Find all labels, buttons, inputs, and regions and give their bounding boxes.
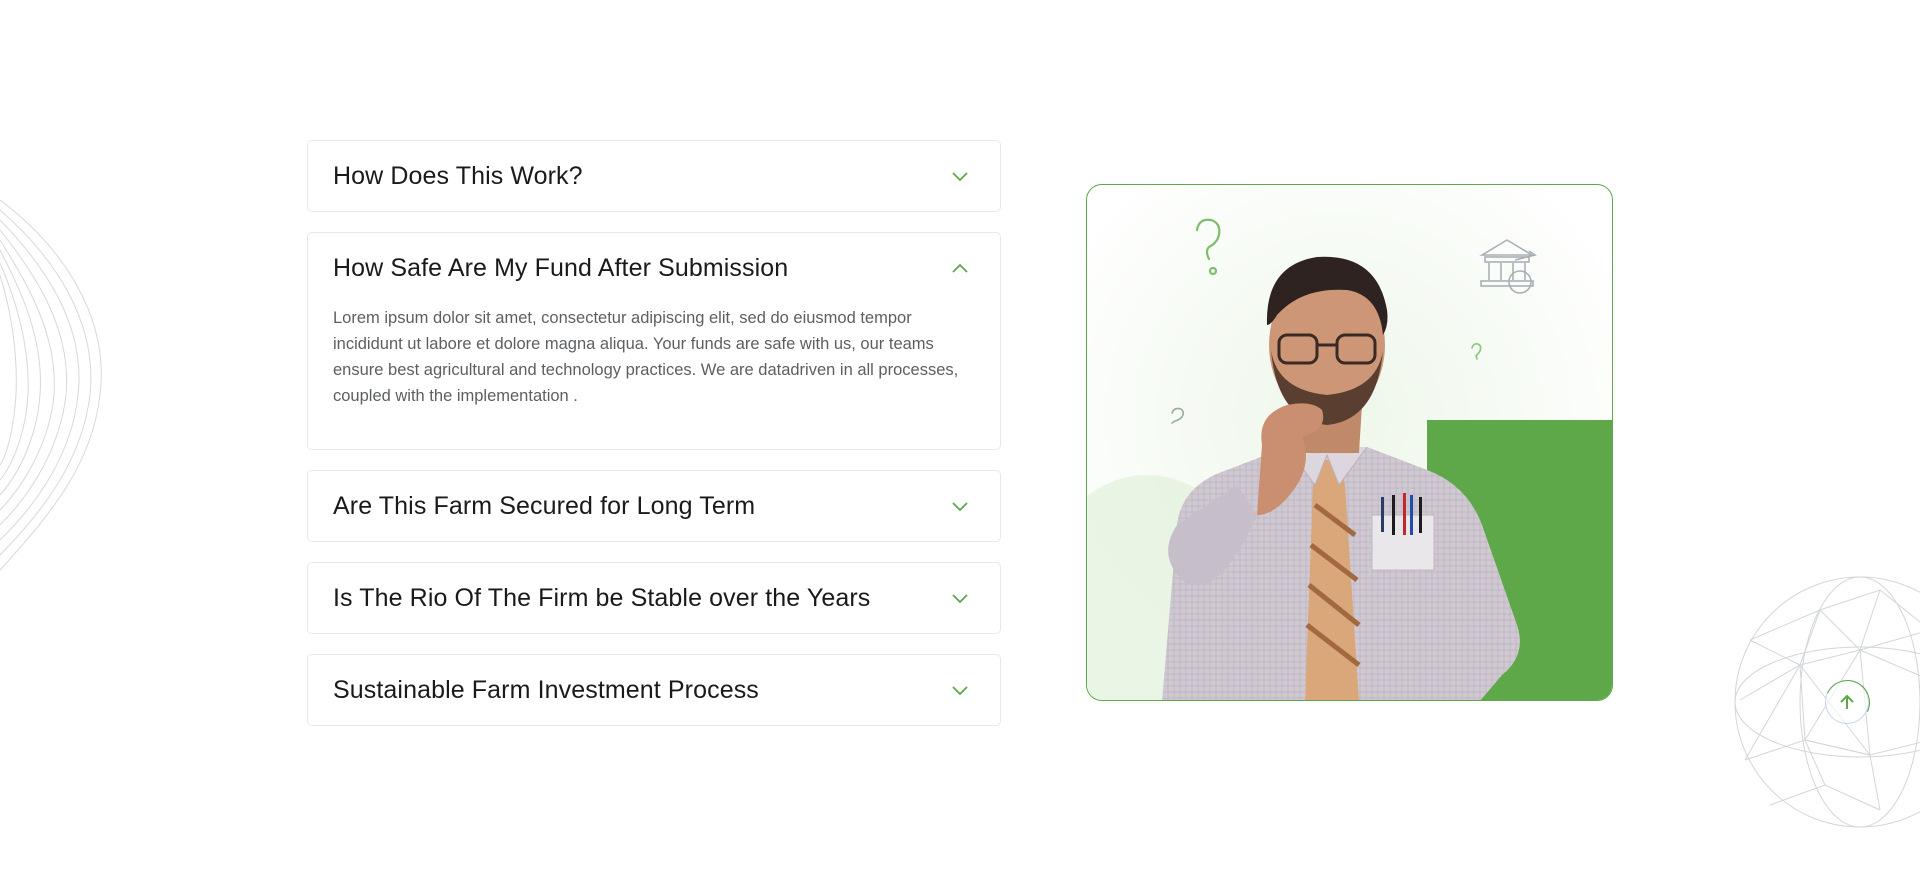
faq-item: Sustainable Farm Investment Process — [307, 654, 1001, 726]
question-mark-icon — [1195, 218, 1221, 276]
chevron-down-icon — [950, 496, 970, 516]
thinking-man-illustration — [1087, 218, 1612, 700]
question-mark-icon — [1471, 343, 1482, 360]
chevron-down-icon — [950, 588, 970, 608]
faq-question: Are This Farm Secured for Long Term — [333, 491, 756, 520]
faq-illustration — [1086, 184, 1613, 701]
faq-toggle-farm-secured[interactable]: Are This Farm Secured for Long Term — [308, 471, 1000, 541]
faq-accordion: How Does This Work? How Safe Are My Fund… — [307, 140, 1001, 746]
question-mark-icon — [1171, 407, 1185, 424]
faq-answer: Lorem ipsum dolor sit amet, consectetur … — [333, 309, 959, 405]
faq-section: How Does This Work? How Safe Are My Fund… — [0, 0, 1920, 885]
bank-coin-icon — [1479, 239, 1537, 294]
faq-item: Is The Rio Of The Firm be Stable over th… — [307, 562, 1001, 634]
arrow-up-icon — [1840, 694, 1854, 709]
faq-question: Sustainable Farm Investment Process — [333, 675, 759, 704]
chevron-down-icon — [950, 680, 970, 700]
faq-question: How Does This Work? — [333, 161, 583, 190]
faq-toggle-sustainable-investment[interactable]: Sustainable Farm Investment Process — [308, 655, 1000, 725]
chevron-down-icon — [950, 166, 970, 186]
faq-item: How Safe Are My Fund After Submission Lo… — [307, 232, 1001, 450]
faq-question: How Safe Are My Fund After Submission — [333, 253, 789, 282]
faq-toggle-how-safe-are-my-fund[interactable]: How Safe Are My Fund After Submission — [308, 233, 1000, 303]
faq-toggle-how-does-this-work[interactable]: How Does This Work? — [308, 141, 1000, 211]
chevron-up-icon — [950, 258, 970, 278]
decorative-lines — [0, 199, 102, 571]
faq-question: Is The Rio Of The Firm be Stable over th… — [333, 583, 871, 612]
faq-toggle-rio-stable[interactable]: Is The Rio Of The Firm be Stable over th… — [308, 563, 1000, 633]
faq-item: Are This Farm Secured for Long Term — [307, 470, 1001, 542]
scroll-to-top-button[interactable] — [1825, 680, 1869, 724]
faq-item: How Does This Work? — [307, 140, 1001, 212]
